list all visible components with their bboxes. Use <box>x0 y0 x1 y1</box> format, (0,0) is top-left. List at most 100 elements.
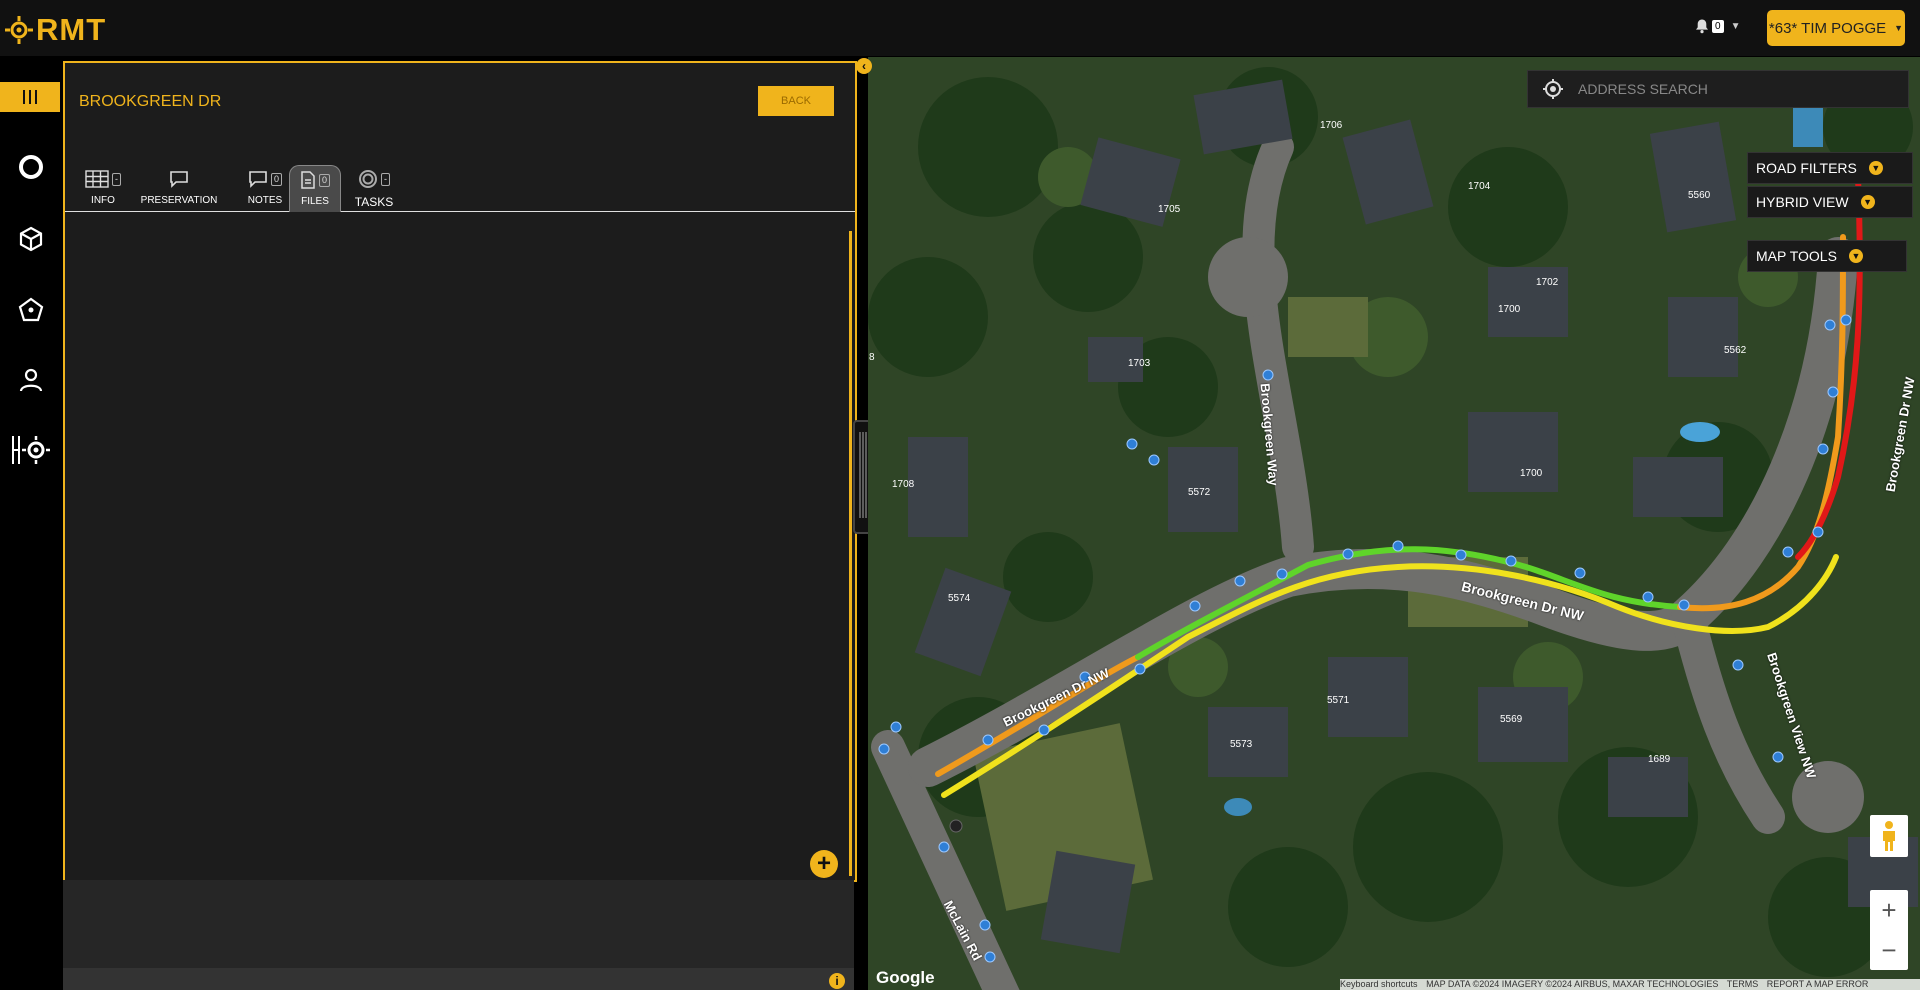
survey-marker[interactable] <box>1824 319 1836 331</box>
terms-link[interactable]: TERMS <box>1727 979 1759 989</box>
file-icon <box>301 171 315 189</box>
survey-marker[interactable] <box>1392 540 1404 552</box>
tab-preservation[interactable]: PRESERVATION <box>139 165 219 211</box>
survey-marker[interactable] <box>979 919 991 931</box>
survey-marker[interactable] <box>1262 369 1274 381</box>
chevron-down-icon: ▼ <box>1730 20 1741 32</box>
tab-files[interactable]: 0 FILES <box>289 165 341 212</box>
survey-marker[interactable] <box>982 734 994 746</box>
survey-marker[interactable] <box>1134 663 1146 675</box>
survey-marker[interactable] <box>1642 591 1654 603</box>
road-segment[interactable] <box>941 554 1839 798</box>
house-number: 5571 <box>1327 695 1350 706</box>
survey-marker[interactable] <box>1342 548 1354 560</box>
selected-marker[interactable] <box>949 819 963 833</box>
nav-user-button[interactable] <box>0 358 62 402</box>
keyboard-shortcuts-link[interactable]: Keyboard shortcuts <box>1340 979 1418 989</box>
chevron-down-icon: ▼ <box>1848 249 1863 263</box>
house-number: 5560 <box>1688 190 1711 201</box>
house-number: 1708 <box>892 479 915 490</box>
user-label: *63* TIM POGGE <box>1768 19 1887 37</box>
survey-marker[interactable] <box>890 721 902 733</box>
info-count: - <box>112 172 121 186</box>
survey-marker[interactable] <box>1827 386 1839 398</box>
survey-marker[interactable] <box>1812 526 1824 538</box>
tab-notes[interactable]: 0 NOTES <box>240 165 290 211</box>
notifications-menu[interactable]: 0 ▼ <box>1694 18 1740 34</box>
tab-notes-label: NOTES <box>247 195 283 206</box>
survey-marker[interactable] <box>1782 546 1794 558</box>
survey-marker[interactable] <box>1234 575 1246 587</box>
hybrid-view-button[interactable]: HYBRID VIEW ▼ <box>1747 186 1913 218</box>
survey-marker[interactable] <box>1574 567 1586 579</box>
tab-preservation-label: PRESERVATION <box>140 195 218 206</box>
street-view-pegman[interactable] <box>1870 815 1908 857</box>
zoom-out-button[interactable]: − <box>1870 930 1908 970</box>
tasks-count: - <box>381 172 390 186</box>
top-bar: RMT 0 ▼ *63* TIM POGGE ▼ <box>0 0 1920 56</box>
info-icon[interactable]: i <box>829 973 845 989</box>
house-number: 5569 <box>1500 714 1523 725</box>
chevron-down-icon: ▼ <box>1860 195 1875 209</box>
panel-title: BROOKGREEN DR <box>79 93 222 110</box>
survey-marker[interactable] <box>1732 659 1744 671</box>
nav-pentagon-button[interactable] <box>0 288 62 332</box>
google-logo: Google <box>876 968 935 987</box>
cube-icon <box>19 226 43 252</box>
survey-marker[interactable] <box>1455 549 1467 561</box>
tab-tasks[interactable]: - TASKS <box>347 165 401 211</box>
zoom-controls: + − <box>1870 890 1908 970</box>
address-search[interactable] <box>1527 70 1909 108</box>
chevron-down-icon: ▼ <box>1868 161 1883 175</box>
survey-marker[interactable] <box>1505 555 1517 567</box>
report-error-link[interactable]: REPORT A MAP ERROR <box>1767 979 1869 989</box>
target-icon <box>359 170 377 188</box>
house-number: 1702 <box>1536 277 1559 288</box>
map-tools-label: MAP TOOLS <box>1756 248 1837 264</box>
nav-circle-button[interactable] <box>0 145 62 189</box>
sliders-icon <box>23 90 37 104</box>
survey-marker[interactable] <box>1817 443 1829 455</box>
nav-menu-button[interactable] <box>0 82 60 112</box>
road-segment[interactable] <box>1795 174 1863 560</box>
survey-marker[interactable] <box>1148 454 1160 466</box>
pegman-icon <box>1883 821 1895 851</box>
back-button[interactable]: BACK <box>758 86 834 116</box>
user-menu-button[interactable]: *63* TIM POGGE ▼ <box>1767 10 1905 46</box>
house-number: 1703 <box>1128 358 1151 369</box>
zoom-in-button[interactable]: + <box>1870 890 1908 930</box>
nav-settings-button[interactable] <box>0 428 62 472</box>
app-logo[interactable]: RMT <box>4 12 106 48</box>
panel-scrollbar[interactable] <box>849 231 852 876</box>
pentagon-icon <box>18 297 44 322</box>
survey-marker[interactable] <box>1678 599 1690 611</box>
house-number: 1706 <box>1320 120 1343 131</box>
survey-marker[interactable] <box>984 951 996 963</box>
house-number: 5562 <box>1724 345 1747 356</box>
nav-assets-button[interactable] <box>0 217 62 261</box>
tab-info[interactable]: - INFO <box>82 165 124 211</box>
survey-marker[interactable] <box>1189 600 1201 612</box>
survey-marker[interactable] <box>1038 724 1050 736</box>
survey-marker[interactable] <box>1126 438 1138 450</box>
survey-marker[interactable] <box>1840 314 1852 326</box>
survey-marker[interactable] <box>938 841 950 853</box>
logo-text: RMT <box>36 12 107 47</box>
tab-bar: - INFO PRESERVATION 0 NOTES 0 FILES - TA… <box>65 165 855 212</box>
address-search-input[interactable] <box>1576 80 1900 98</box>
collapse-panel-button[interactable]: ‹ <box>856 58 872 74</box>
logo-sun-icon <box>5 16 33 44</box>
locate-icon[interactable] <box>1542 78 1564 100</box>
notes-count: 0 <box>270 172 282 186</box>
survey-marker[interactable] <box>1276 568 1288 580</box>
house-number: 1700 <box>1520 468 1543 479</box>
map-tools-button[interactable]: MAP TOOLS ▼ <box>1747 240 1907 272</box>
add-file-button[interactable]: + <box>810 850 838 878</box>
road-segment[interactable] <box>1677 234 1846 612</box>
house-number: 1704 <box>1468 181 1491 192</box>
survey-marker[interactable] <box>878 743 890 755</box>
hybrid-view-label: HYBRID VIEW <box>1756 194 1849 210</box>
house-number: 5573 <box>1230 739 1253 750</box>
road-filters-button[interactable]: ROAD FILTERS ▼ <box>1747 152 1913 184</box>
survey-marker[interactable] <box>1772 751 1784 763</box>
